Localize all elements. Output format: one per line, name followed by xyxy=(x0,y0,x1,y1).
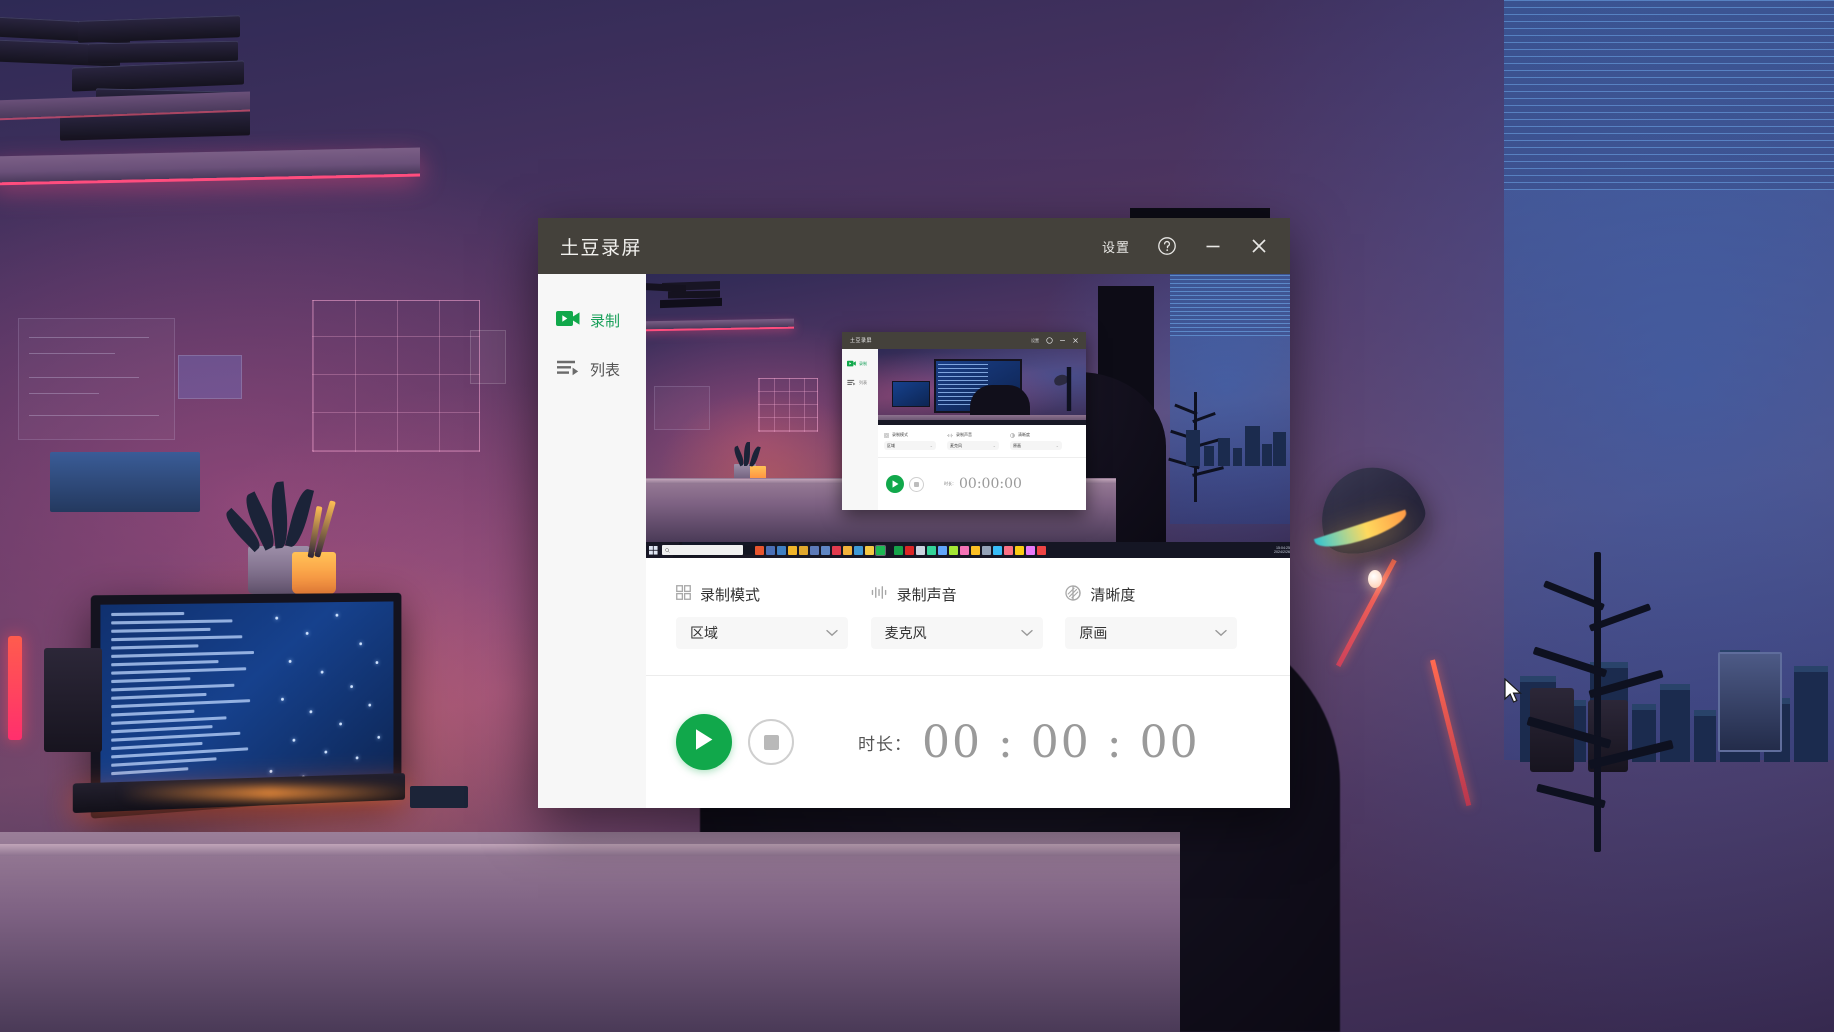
clarity-circle-icon xyxy=(1065,584,1081,605)
preview-inner-stop-button xyxy=(909,476,924,492)
preview-desktop: 土豆录屏 设置 录制 列表 录制模式 区域 ⌄ 录制声音 麦克风 ⌄ 清晰度 原… xyxy=(646,274,1290,558)
wall-note-small xyxy=(470,330,506,384)
chevron-down-icon xyxy=(1020,625,1033,641)
playlist-icon xyxy=(556,359,580,380)
windows-start-icon xyxy=(649,545,658,555)
shelf-box-blue xyxy=(50,452,200,512)
sidebar-item-list[interactable]: 列表 xyxy=(538,345,646,394)
audio-wave-icon xyxy=(947,433,953,437)
select-clarity[interactable]: 原画 xyxy=(1065,617,1238,649)
option-group-clarity: 清晰度 原画 xyxy=(1065,584,1260,649)
preview-inner-preview xyxy=(878,349,1086,425)
sidebar: 录制 列表 xyxy=(538,274,646,808)
option-label-record-audio: 录制声音 xyxy=(871,584,1066,605)
wall-sketch-board xyxy=(18,318,175,440)
window-body: 录制 列表 土豆录屏 设置 录制 列表 录制模式 区域 ⌄ 录制声音 麦克风 ⌄… xyxy=(538,274,1290,808)
video-camera-icon xyxy=(556,310,580,331)
preview-taskbar: 15:04:25 2024/2/26 xyxy=(646,542,1290,558)
sidebar-item-label: 录制 xyxy=(590,312,621,330)
preview-inner-sidebar-list: 列表 xyxy=(842,371,878,390)
options-row: 录制模式 区域 录制声音 麦克风 清晰度 原画 xyxy=(646,558,1290,676)
desk-surface xyxy=(0,832,1180,1032)
lamp-bulb xyxy=(1368,570,1382,588)
desk-speaker xyxy=(44,648,102,752)
select-record-audio[interactable]: 麦克风 xyxy=(870,617,1043,649)
stop-square-icon xyxy=(763,734,779,750)
preview-inner-record-button xyxy=(886,475,904,493)
sidebar-item-record[interactable]: 录制 xyxy=(538,296,646,345)
wall-note-blue xyxy=(178,355,242,399)
duration-value: 00 : 00 : 00 xyxy=(922,716,1200,768)
record-button[interactable] xyxy=(676,714,732,770)
sidebar-item-label: 列表 xyxy=(590,361,621,379)
help-icon[interactable] xyxy=(1144,226,1190,266)
preview-inner-settings: 设置 xyxy=(1031,337,1039,343)
preview-inner-transport: 时长： 00:00:00 xyxy=(878,458,1086,510)
app-window: 土豆录屏 设置 录制 列表 土豆录屏 设置 录制 列表 录制模式 区域 ⌄ 录制… xyxy=(538,218,1290,808)
preview-inner-sidebar-record: 录制 xyxy=(842,356,878,371)
desk-edge xyxy=(0,844,1180,856)
duration-label: 时长： xyxy=(858,734,912,755)
content-area: 土豆录屏 设置 录制 列表 录制模式 区域 ⌄ 录制声音 麦克风 ⌄ 清晰度 原… xyxy=(646,274,1290,808)
neon-light-bar xyxy=(8,636,22,740)
title-bar[interactable]: 土豆录屏 设置 xyxy=(538,218,1290,274)
select-record-mode[interactable]: 区域 xyxy=(676,617,848,649)
grid-icon xyxy=(676,585,691,604)
stop-button[interactable] xyxy=(748,719,794,765)
minimize-icon[interactable] xyxy=(1190,226,1236,266)
preview-inner-sidebar: 录制 列表 xyxy=(842,349,878,510)
pen-cup xyxy=(292,552,336,594)
select-record-mode-value: 区域 xyxy=(690,626,718,642)
select-clarity-value: 原画 xyxy=(1079,626,1108,642)
desk-phone xyxy=(410,786,468,808)
preview-inner-options: 录制模式 区域 ⌄ 录制声音 麦克风 ⌄ 清晰度 原画 ⌄ xyxy=(878,425,1086,458)
preview-inner-minimize-icon xyxy=(1060,340,1065,341)
wall-grid-calendar xyxy=(312,300,480,452)
grid-icon xyxy=(884,432,889,438)
transport-bar: 时长： 00 : 00 : 00 xyxy=(646,676,1290,808)
preview-inner-help-icon xyxy=(1046,337,1053,344)
framed-picture xyxy=(1718,652,1782,752)
video-camera-icon xyxy=(847,360,856,367)
laptop-underglow xyxy=(120,786,420,800)
option-label-clarity: 清晰度 xyxy=(1065,584,1260,605)
screen-preview[interactable]: 土豆录屏 设置 录制 列表 录制模式 区域 ⌄ 录制声音 麦克风 ⌄ 清晰度 原… xyxy=(646,274,1290,558)
preview-inner-title: 土豆录屏 xyxy=(850,338,873,344)
window-blinds xyxy=(1504,0,1834,190)
chevron-down-icon xyxy=(826,625,838,641)
select-record-audio-value: 麦克风 xyxy=(884,626,927,642)
chevron-down-icon xyxy=(1215,625,1228,641)
preview-inner-window: 土豆录屏 设置 录制 列表 录制模式 区域 ⌄ 录制声音 麦克风 ⌄ 清晰度 原… xyxy=(842,332,1086,510)
app-title: 土豆录屏 xyxy=(560,236,643,259)
audio-wave-icon xyxy=(871,585,888,604)
option-group-record-audio: 录制声音 麦克风 xyxy=(870,584,1066,649)
preview-inner-close-icon xyxy=(1073,338,1078,343)
option-label-record-mode: 录制模式 xyxy=(676,584,871,605)
option-group-record-mode: 录制模式 区域 xyxy=(676,584,871,649)
preview-inner-titlebar: 土豆录屏 设置 xyxy=(842,332,1086,349)
preview-taskbar-search xyxy=(662,545,743,555)
play-triangle-icon xyxy=(694,728,714,756)
close-icon[interactable] xyxy=(1236,226,1282,266)
plant-silhouette xyxy=(1522,552,1682,852)
settings-button[interactable]: 设置 xyxy=(1088,226,1144,266)
clarity-circle-icon xyxy=(1010,432,1015,438)
search-icon xyxy=(665,547,670,553)
bookshelf-books xyxy=(0,0,420,160)
playlist-icon xyxy=(847,379,856,386)
